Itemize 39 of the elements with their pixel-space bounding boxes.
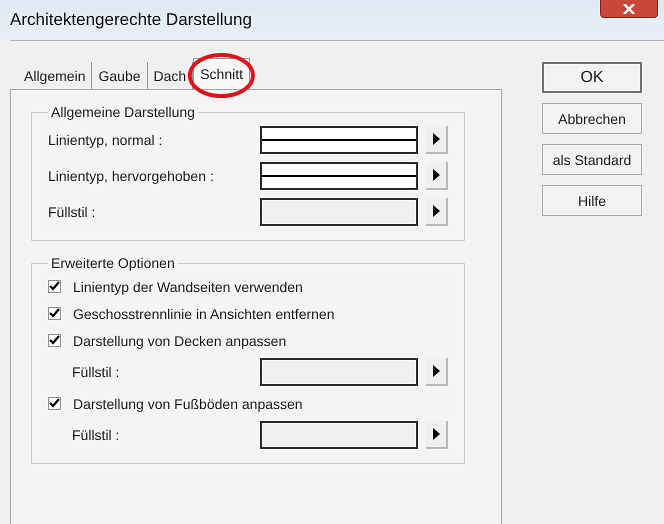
dialog-button[interactable]: OK — [542, 62, 642, 93]
play-icon — [432, 365, 440, 377]
arrow-button[interactable] — [426, 162, 448, 190]
field-label: Füllstil : — [48, 204, 96, 220]
checkbox-label: Darstellung von Fußböden anpassen — [73, 396, 303, 412]
dialog-button[interactable]: als Standard — [542, 144, 642, 175]
window-title: Architektengerechte Darstellung — [10, 10, 252, 30]
tab[interactable]: Schnitt — [193, 58, 250, 89]
play-icon — [432, 428, 440, 440]
group-title: Erweiterte Optionen — [50, 255, 176, 271]
field-label: Linientyp, normal : — [48, 132, 164, 148]
checkbox[interactable] — [48, 307, 61, 320]
group-title: Allgemeine Darstellung — [50, 104, 196, 120]
close-icon — [623, 4, 635, 14]
field-label: Füllstil : — [72, 427, 120, 443]
play-icon — [432, 205, 440, 217]
line-style-field[interactable] — [260, 126, 418, 154]
line-style-field[interactable] — [260, 162, 418, 190]
checkbox[interactable] — [48, 397, 61, 410]
checkbox[interactable] — [48, 334, 61, 347]
fill-style-field[interactable] — [260, 358, 418, 386]
arrow-button[interactable] — [426, 198, 448, 226]
arrow-button[interactable] — [426, 358, 448, 386]
fill-style-field[interactable] — [260, 198, 418, 226]
dialog-button[interactable]: Hilfe — [542, 185, 642, 216]
close-button[interactable] — [600, 0, 658, 18]
play-icon — [432, 133, 440, 145]
fill-style-field[interactable] — [260, 421, 418, 449]
checkbox-label: Linientyp der Wandseiten verwenden — [73, 278, 303, 294]
arrow-button[interactable] — [426, 421, 448, 449]
play-icon — [432, 169, 440, 181]
checkbox-label: Darstellung von Decken anpassen — [73, 332, 286, 348]
checkbox-label: Geschosstrennlinie in Ansichten entfernen — [73, 306, 334, 322]
highlight-circle — [187, 52, 256, 99]
checkbox[interactable] — [48, 280, 61, 293]
arrow-button[interactable] — [426, 126, 448, 154]
field-label: Linientyp, hervorgehoben : — [48, 168, 215, 184]
field-label: Füllstil : — [72, 364, 120, 380]
dialog-button[interactable]: Abbrechen — [542, 103, 642, 134]
